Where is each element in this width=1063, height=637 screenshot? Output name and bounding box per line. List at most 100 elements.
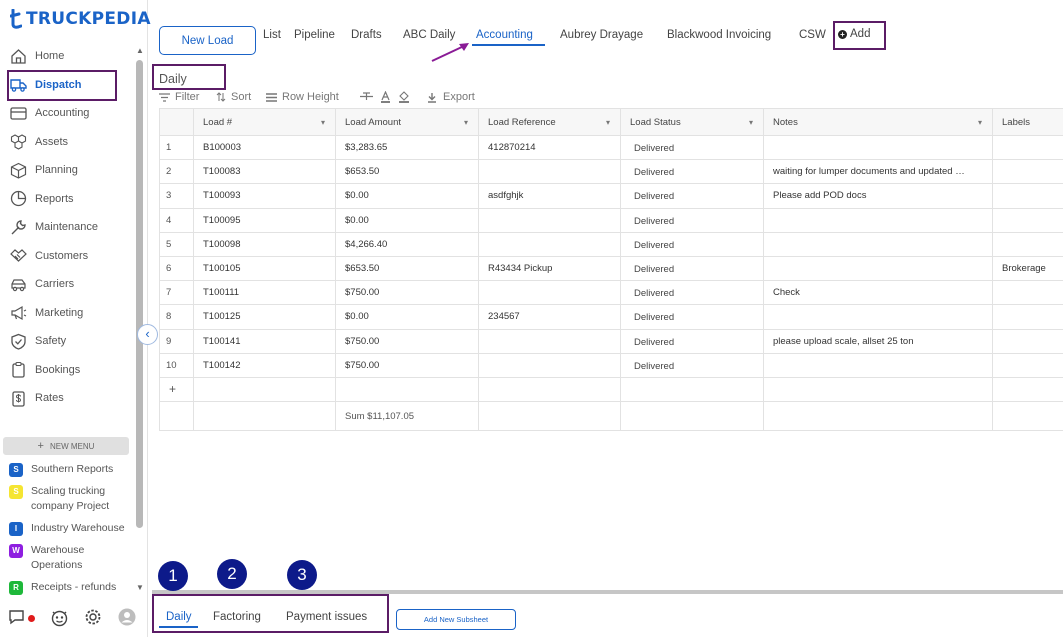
- cell-load-amount[interactable]: $750.00: [335, 352, 479, 378]
- sidebar-item-bookings[interactable]: Bookings: [0, 356, 134, 385]
- cell-labels[interactable]: [992, 159, 1063, 185]
- sidebar-item-assets[interactable]: Assets: [0, 128, 134, 157]
- sort-button[interactable]: Sort: [216, 91, 251, 103]
- row-number[interactable]: 4: [159, 207, 194, 233]
- cell-notes[interactable]: [763, 231, 993, 257]
- cell-load-amount[interactable]: $0.00: [335, 207, 479, 233]
- cell-load-number[interactable]: T100098: [193, 231, 336, 257]
- row-number[interactable]: 5: [159, 231, 194, 257]
- sidebar-item-safety[interactable]: Safety: [0, 327, 134, 356]
- chevron-down-icon[interactable]: ▾: [749, 118, 753, 127]
- sidebar-item-reports[interactable]: Reports: [0, 185, 134, 214]
- project-item[interactable]: I Industry Warehouse: [9, 521, 134, 536]
- row-number[interactable]: 9: [159, 328, 194, 354]
- cell-load-amount[interactable]: $3,283.65: [335, 134, 479, 161]
- cell-labels[interactable]: [992, 352, 1063, 378]
- fill-color-button[interactable]: [398, 91, 410, 103]
- cell-load-amount[interactable]: $0.00: [335, 304, 479, 330]
- sidebar-scrollbar[interactable]: [136, 60, 143, 528]
- tab-blackwood-invoicing[interactable]: Blackwood Invoicing: [667, 29, 771, 41]
- row-number[interactable]: 7: [159, 280, 194, 306]
- cell-load-status[interactable]: Delivered: [620, 134, 764, 161]
- cell-load-status[interactable]: Delivered: [620, 159, 764, 185]
- subsheet-tab-factoring[interactable]: Factoring: [213, 611, 261, 623]
- chevron-down-icon[interactable]: ▾: [321, 118, 325, 127]
- strikethrough-button[interactable]: [360, 91, 373, 102]
- cell-load-amount[interactable]: $0.00: [335, 183, 479, 209]
- project-item[interactable]: S Scaling trucking company Project: [9, 484, 134, 514]
- sidebar-item-customers[interactable]: Customers: [0, 242, 134, 271]
- cell-load-reference[interactable]: R43434 Pickup: [478, 255, 621, 282]
- cell-load-status[interactable]: Delivered: [620, 231, 764, 257]
- column-header-load-number[interactable]: Load # ▾: [193, 108, 336, 136]
- sidebar-item-dispatch[interactable]: Dispatch: [0, 71, 134, 100]
- avatar[interactable]: [118, 608, 136, 631]
- column-header-labels[interactable]: Labels: [992, 108, 1063, 136]
- sidebar-item-marketing[interactable]: Marketing: [0, 299, 134, 328]
- bot-face-icon[interactable]: [50, 608, 69, 632]
- cell-labels[interactable]: Brokerage: [992, 255, 1063, 282]
- cell-notes[interactable]: Check: [763, 280, 993, 306]
- sidebar-item-accounting[interactable]: Accounting: [0, 99, 134, 128]
- new-load-button[interactable]: New Load: [159, 26, 256, 55]
- add-tab-button[interactable]: + Add: [838, 28, 870, 40]
- project-item[interactable]: S Southern Reports: [9, 462, 134, 477]
- column-header-load-status[interactable]: Load Status ▾: [620, 108, 764, 136]
- cell-notes[interactable]: Please add POD docs: [763, 183, 993, 209]
- cell-load-reference[interactable]: 234567: [478, 304, 621, 330]
- tab-drafts[interactable]: Drafts: [351, 29, 382, 41]
- cell-notes[interactable]: [763, 304, 993, 330]
- subsheet-tab-daily[interactable]: Daily: [166, 611, 192, 623]
- subsheet-tab-payment-issues[interactable]: Payment issues: [286, 611, 367, 623]
- cell-load-status[interactable]: Delivered: [620, 255, 764, 282]
- cell-load-number[interactable]: T100105: [193, 255, 336, 282]
- cell-labels[interactable]: [992, 207, 1063, 233]
- collapse-sidebar-button[interactable]: ‹: [137, 324, 158, 345]
- cell-load-number[interactable]: T100125: [193, 304, 336, 330]
- cell-load-reference[interactable]: [478, 280, 621, 306]
- cell-load-status[interactable]: Delivered: [620, 280, 764, 306]
- cell-load-number[interactable]: T100142: [193, 352, 336, 378]
- tab-csw[interactable]: CSW: [799, 29, 826, 41]
- cell-load-reference[interactable]: 412870214: [478, 134, 621, 161]
- cell-labels[interactable]: [992, 183, 1063, 209]
- cell-labels[interactable]: [992, 280, 1063, 306]
- sidebar-item-carriers[interactable]: Carriers: [0, 270, 134, 299]
- chevron-down-icon[interactable]: ▾: [606, 118, 610, 127]
- cell-load-number[interactable]: B100003: [193, 134, 336, 161]
- cell-load-status[interactable]: Delivered: [620, 183, 764, 209]
- text-color-button[interactable]: [380, 91, 391, 103]
- cell-notes[interactable]: [763, 134, 993, 161]
- cell-load-status[interactable]: Delivered: [620, 207, 764, 233]
- cell-labels[interactable]: [992, 304, 1063, 330]
- row-height-button[interactable]: Row Height: [266, 91, 339, 103]
- tab-aubrey-drayage[interactable]: Aubrey Drayage: [560, 29, 643, 41]
- cell-notes[interactable]: waiting for lumper documents and updated…: [763, 159, 993, 185]
- add-subsheet-button[interactable]: Add New Subsheet: [396, 609, 516, 630]
- cell-load-reference[interactable]: [478, 231, 621, 257]
- row-number[interactable]: 2: [159, 159, 194, 185]
- cell-load-amount[interactable]: $4,266.40: [335, 231, 479, 257]
- chevron-down-icon[interactable]: ▾: [464, 118, 468, 127]
- cell-load-reference[interactable]: [478, 207, 621, 233]
- sidebar-item-home[interactable]: Home: [0, 42, 134, 71]
- row-number[interactable]: 8: [159, 304, 194, 330]
- cell-load-amount[interactable]: $653.50: [335, 159, 479, 185]
- cell-load-reference[interactable]: [478, 328, 621, 354]
- column-header-load-reference[interactable]: Load Reference ▾: [478, 108, 621, 136]
- cell-labels[interactable]: [992, 328, 1063, 354]
- add-row-button[interactable]: +: [159, 376, 194, 403]
- scroll-down-arrow[interactable]: ▼: [136, 584, 144, 592]
- column-header-notes[interactable]: Notes ▾: [763, 108, 993, 136]
- chevron-down-icon[interactable]: ▾: [978, 118, 982, 127]
- row-number[interactable]: 3: [159, 183, 194, 209]
- cell-notes[interactable]: [763, 352, 993, 378]
- row-number[interactable]: 1: [159, 134, 194, 161]
- tab-list[interactable]: List: [263, 29, 281, 41]
- cell-labels[interactable]: [992, 134, 1063, 161]
- cell-load-status[interactable]: Delivered: [620, 304, 764, 330]
- row-number[interactable]: 10: [159, 352, 194, 378]
- gear-icon[interactable]: [84, 608, 102, 631]
- cell-load-status[interactable]: Delivered: [620, 352, 764, 378]
- cell-load-number[interactable]: T100141: [193, 328, 336, 354]
